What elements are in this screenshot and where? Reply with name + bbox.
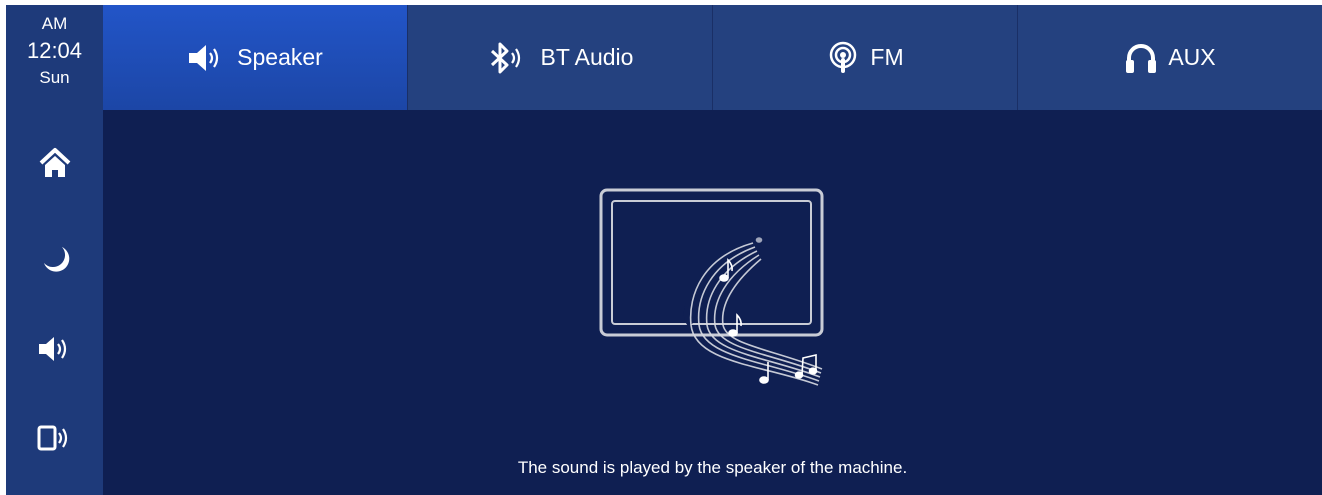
sidebar-item-night-mode[interactable] bbox=[6, 224, 103, 294]
tab-speaker[interactable]: Speaker bbox=[103, 5, 407, 110]
clock: AM 12:04 Sun bbox=[6, 13, 103, 88]
speaker-icon bbox=[37, 334, 73, 364]
tab-aux-label: AUX bbox=[1168, 44, 1216, 70]
sidebar-item-home[interactable] bbox=[6, 128, 103, 198]
speaker-caption: The sound is played by the speaker of th… bbox=[517, 458, 908, 477]
tab-aux[interactable]: AUX bbox=[1017, 5, 1322, 110]
clock-time: 12:04 bbox=[26, 38, 83, 64]
radio-icon bbox=[826, 41, 860, 75]
bluetooth-icon bbox=[487, 42, 531, 74]
sidebar-item-sound[interactable] bbox=[6, 314, 103, 384]
speaker-illustration bbox=[593, 185, 833, 430]
main-panel: The sound is played by the speaker of th… bbox=[103, 110, 1322, 495]
tab-bt-audio[interactable]: BT Audio bbox=[407, 5, 712, 110]
tab-speaker-label: Speaker bbox=[237, 44, 323, 70]
headphones-icon bbox=[1124, 42, 1158, 74]
source-tabs: Speaker BT Audio FM AUX bbox=[103, 5, 1322, 110]
tab-fm-label: FM bbox=[870, 44, 904, 70]
sidebar-item-device-sound[interactable] bbox=[6, 403, 103, 473]
app-frame: AM 12:04 Sun Speaker BT Audio FM AUX The… bbox=[0, 0, 1322, 495]
clock-day: Sun bbox=[39, 67, 70, 87]
speaker-icon bbox=[187, 42, 227, 74]
phone-speaker-icon bbox=[36, 422, 74, 454]
sidebar: AM 12:04 Sun bbox=[6, 5, 103, 495]
clock-ampm: AM bbox=[41, 14, 68, 33]
tab-fm[interactable]: FM bbox=[712, 5, 1017, 110]
home-icon bbox=[37, 146, 73, 180]
tab-bt-audio-label: BT Audio bbox=[540, 44, 634, 70]
moon-icon bbox=[40, 244, 70, 274]
